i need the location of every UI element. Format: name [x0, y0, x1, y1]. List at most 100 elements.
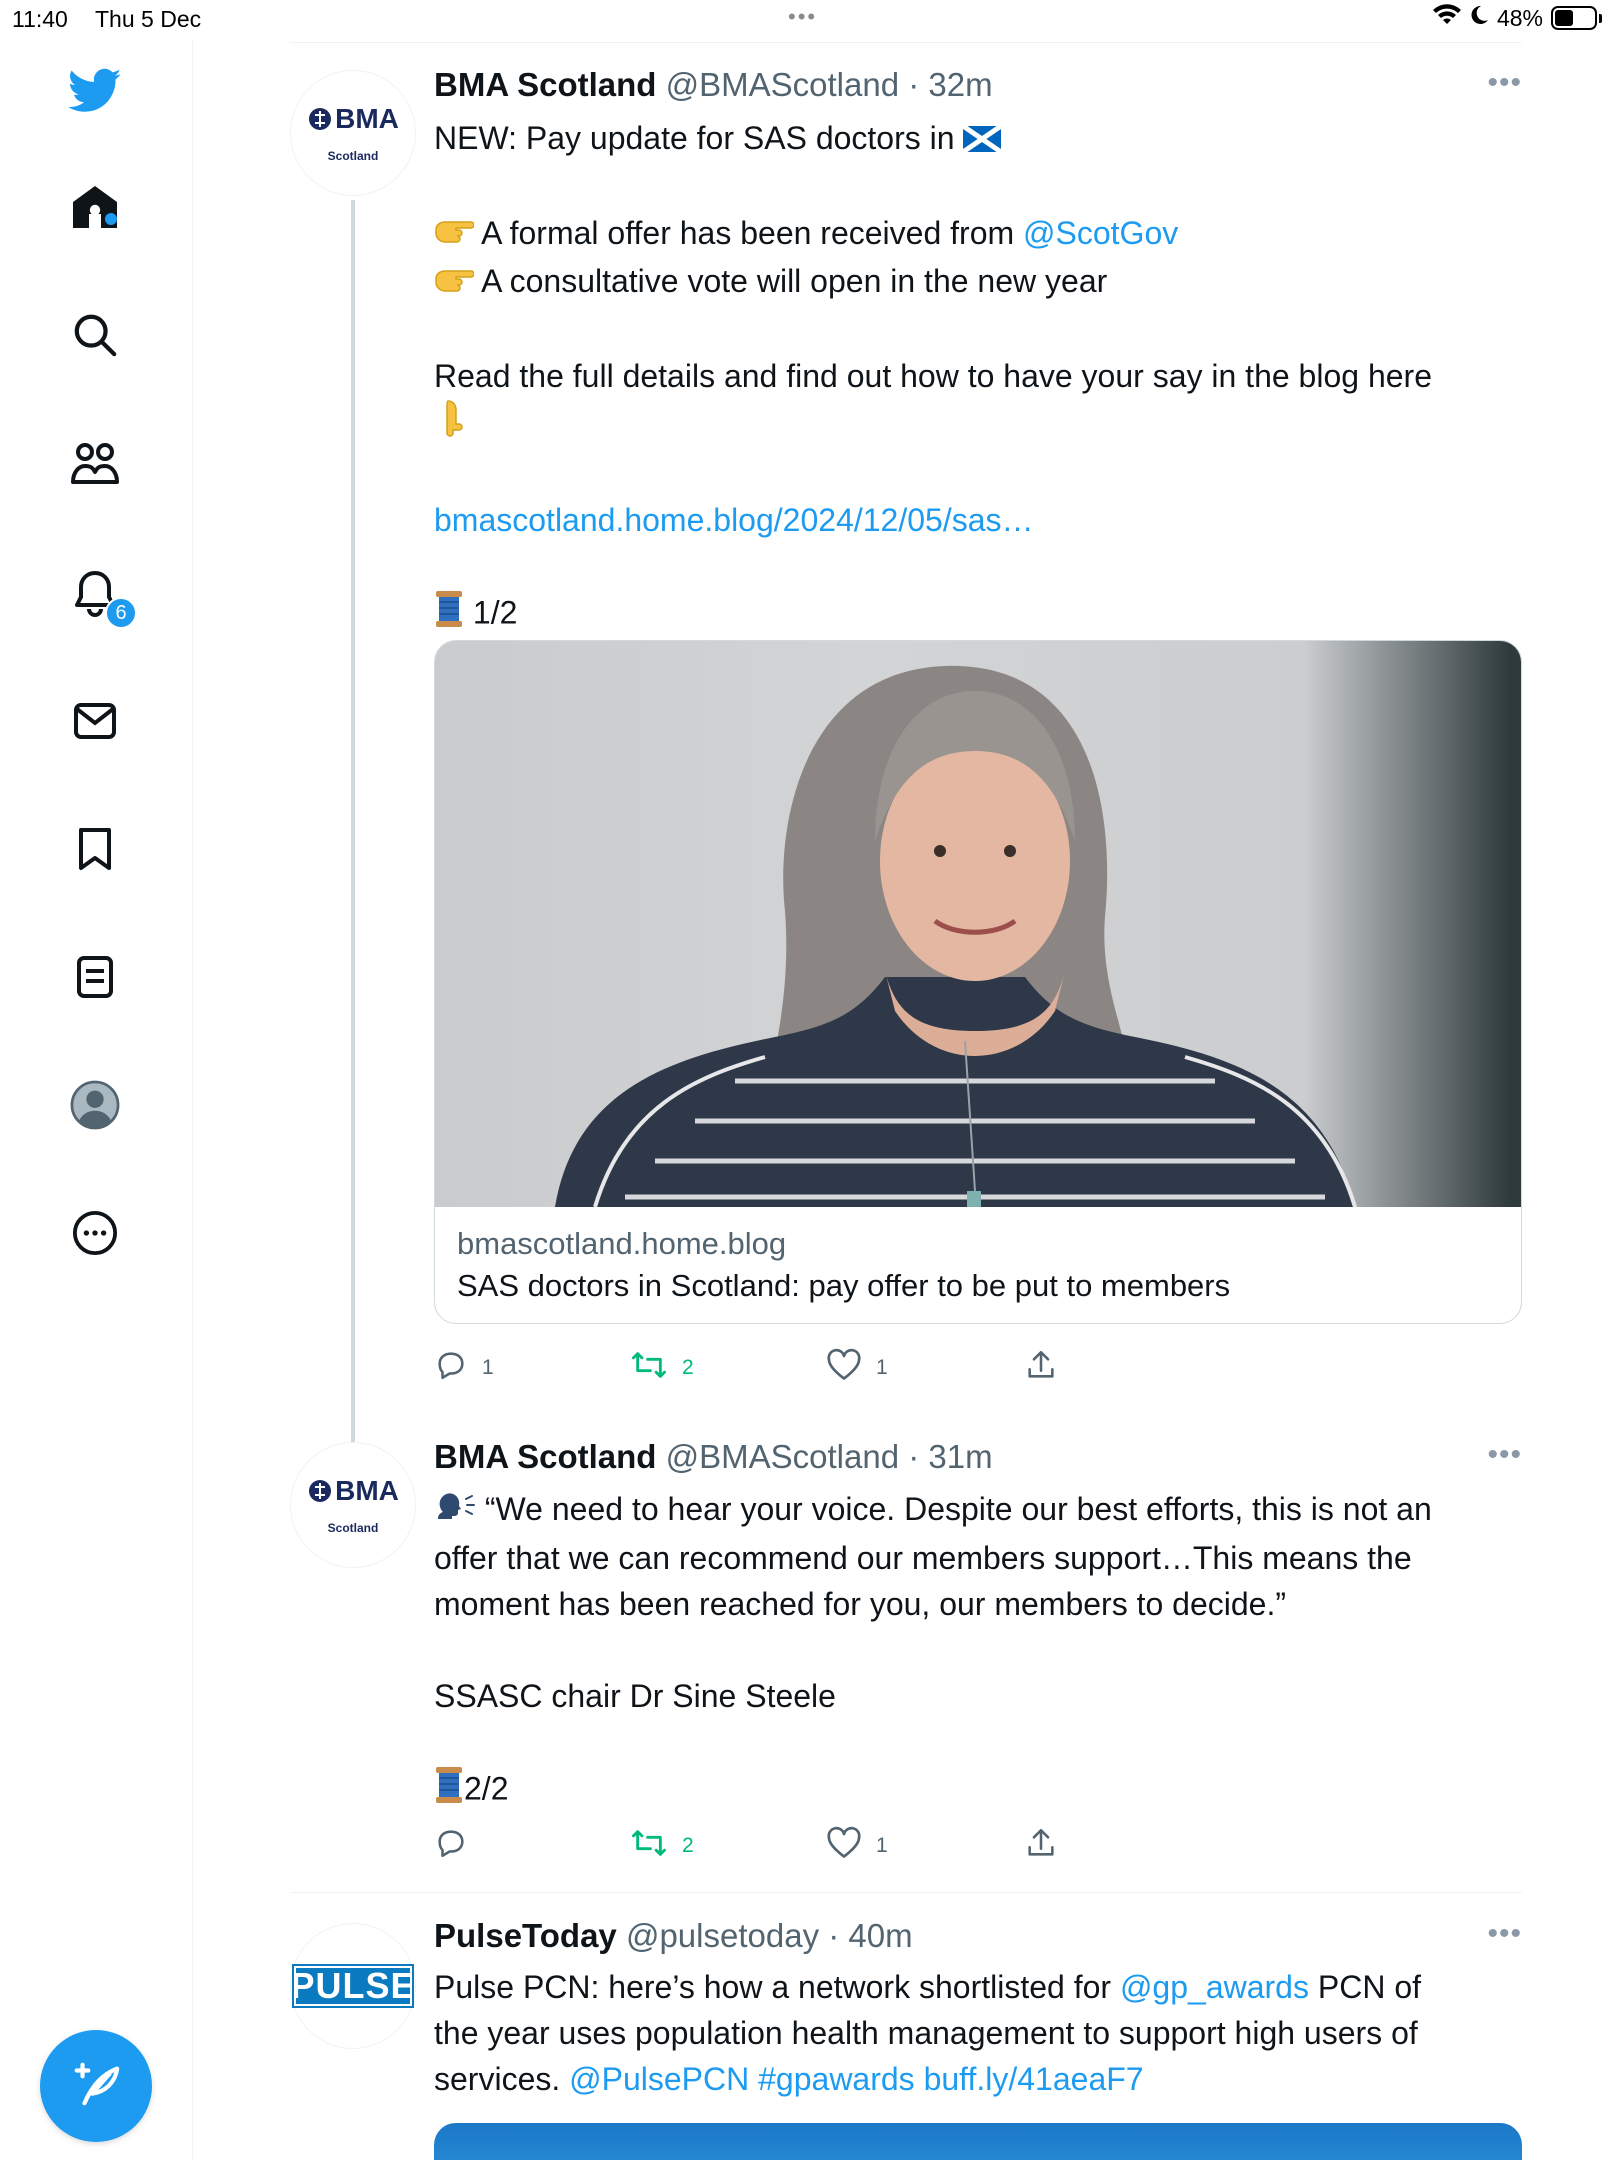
share-button[interactable] — [1024, 1826, 1058, 1866]
mention-link[interactable]: @gp_awards — [1120, 1969, 1309, 2005]
tweet-line: SSASC chair Dr Sine Steele — [434, 1677, 836, 1714]
retweet-button[interactable]: 2 — [630, 1348, 694, 1388]
card-domain: bmascotland.home.blog — [457, 1226, 787, 1261]
battery-icon — [1551, 6, 1597, 30]
avatar-logo-text: BMA — [335, 1475, 399, 1506]
status-time: 11:40 — [12, 6, 68, 32]
reply-button[interactable]: 1 — [434, 1348, 494, 1388]
tweet-time[interactable]: 31m — [928, 1438, 992, 1475]
url-link[interactable]: buff.ly/41aeaF7 — [924, 2061, 1144, 2097]
battery-cap — [1599, 13, 1602, 23]
like-button[interactable]: 1 — [826, 1826, 888, 1866]
reply-button[interactable] — [434, 1826, 482, 1866]
reply-count: 1 — [482, 1356, 494, 1379]
tweet-line-text: A formal offer has been received from — [481, 214, 1024, 251]
hashtag-link[interactable]: #gpawards — [758, 2061, 915, 2097]
twitter-logo-icon[interactable] — [62, 58, 128, 124]
communities-icon[interactable] — [62, 430, 128, 496]
multitasking-dots[interactable]: ••• — [788, 4, 817, 30]
tweet-header: BMA Scotland @BMAScotland · 31m — [434, 1438, 993, 1476]
retweet-icon — [630, 1826, 668, 1866]
tweet-header: PulseToday @pulsetoday · 40m — [434, 1917, 913, 1955]
mention-link[interactable]: @ScotGov — [1023, 215, 1178, 251]
tweet-line: Read the full details and find out how t… — [434, 357, 1432, 394]
tweet-more-icon[interactable]: ••• — [1487, 66, 1522, 100]
avatar[interactable]: BMA Scotland — [290, 70, 416, 196]
card-title: SAS doctors in Scotland: pay offer to be… — [457, 1268, 1231, 1303]
tweet-line: services. @PulsePCN #gpawards buff.ly/41… — [434, 2056, 1524, 2102]
author-name[interactable]: PulseToday — [434, 1917, 617, 1954]
retweet-icon — [630, 1348, 668, 1388]
battery-percent: 48% — [1496, 4, 1543, 31]
tweet-line: A formal offer has been received from @S… — [434, 210, 1524, 259]
tweet-text: “We need to hear your voice. Despite our… — [434, 1486, 1524, 1817]
search-icon[interactable] — [62, 302, 128, 368]
messages-icon[interactable] — [62, 688, 128, 754]
tweet-header: BMA Scotland @BMAScotland · 32m — [434, 66, 993, 104]
tweet-line: offer that we can recommend our members … — [434, 1539, 1412, 1576]
speaking-head-icon — [434, 1489, 476, 1535]
author-handle[interactable]: @BMAScotland — [666, 66, 899, 103]
tweet-line: moment has been reached for you, our mem… — [434, 1585, 1286, 1622]
separator-dot: · — [828, 1917, 840, 1954]
tweet-more-icon[interactable]: ••• — [1487, 1917, 1522, 1951]
reply-icon — [434, 1826, 468, 1866]
timeline-top-border — [290, 42, 1522, 43]
card-meta: bmascotland.home.blog SAS doctors in Sco… — [435, 1207, 1521, 1323]
bma-logo: BMA — [307, 1475, 399, 1507]
blog-url-link[interactable]: bmascotland.home.blog/2024/12/05/sas… — [434, 502, 1034, 538]
bookmarks-icon[interactable] — [62, 816, 128, 882]
tweet-more-icon[interactable]: ••• — [1487, 1438, 1522, 1472]
compose-tweet-button[interactable] — [40, 2030, 152, 2142]
retweet-count: 2 — [682, 1356, 694, 1379]
tweet-time[interactable]: 40m — [848, 1917, 912, 1954]
like-button[interactable]: 1 — [826, 1348, 888, 1388]
tweet-media-image[interactable] — [434, 2123, 1522, 2160]
tweet-actions: 2 1 — [434, 1826, 1134, 1866]
author-handle[interactable]: @BMAScotland — [666, 1438, 899, 1475]
avatar[interactable]: BMA Scotland — [290, 1442, 416, 1568]
retweet-button[interactable]: 2 — [630, 1826, 694, 1866]
tweet-line-text: PCN of — [1308, 1969, 1421, 2005]
thread-connector — [351, 200, 355, 1445]
pointing-hand-icon — [434, 261, 475, 307]
share-icon — [1024, 1348, 1058, 1388]
mention-link[interactable]: @PulsePCN — [569, 2061, 749, 2097]
tweet-line: 2/2 — [434, 1765, 1524, 1817]
author-handle[interactable]: @pulsetoday — [626, 1917, 819, 1954]
thread-counter: 1/2 — [472, 594, 518, 631]
share-button[interactable] — [1024, 1348, 1058, 1388]
tweet-line: 1/2 — [434, 589, 1524, 641]
bma-logo: BMA — [307, 103, 399, 135]
author-name[interactable]: BMA Scotland — [434, 66, 656, 103]
avatar-logo-subtext: Scotland — [327, 149, 379, 163]
separator-dot: · — [908, 66, 920, 103]
profile-icon[interactable] — [62, 1072, 128, 1138]
link-preview-card[interactable]: bmascotland.home.blog SAS doctors in Sco… — [434, 640, 1522, 1324]
home-unread-dot — [105, 213, 117, 225]
pointing-hand-icon — [434, 212, 475, 258]
avatar[interactable]: PULSE — [290, 1923, 416, 2049]
tweet-line: Pulse PCN: here’s how a network shortlis… — [434, 1964, 1524, 2010]
tweet-actions: 1 2 1 — [434, 1348, 1134, 1388]
compose-icon — [71, 2059, 121, 2114]
author-name[interactable]: BMA Scotland — [434, 1438, 656, 1475]
tweet-time[interactable]: 32m — [928, 66, 992, 103]
status-right: 48% — [1432, 4, 1602, 32]
lists-icon[interactable] — [62, 944, 128, 1010]
tweet-line-text: “We need to hear your voice. Despite our… — [484, 1491, 1432, 1527]
more-icon[interactable] — [62, 1200, 128, 1266]
thread-spool-icon — [434, 589, 464, 641]
pulse-logo: PULSE — [290, 1964, 416, 2008]
tweet-line: the year uses population health manageme… — [434, 2015, 1418, 2051]
home-icon[interactable] — [62, 174, 128, 240]
sidebar: 6 — [0, 40, 193, 2160]
wifi-icon — [1432, 4, 1461, 32]
heart-icon — [826, 1348, 862, 1388]
card-photo — [435, 641, 1521, 1208]
tweet-line-text: NEW: Pay update for SAS doctors in — [434, 120, 964, 156]
